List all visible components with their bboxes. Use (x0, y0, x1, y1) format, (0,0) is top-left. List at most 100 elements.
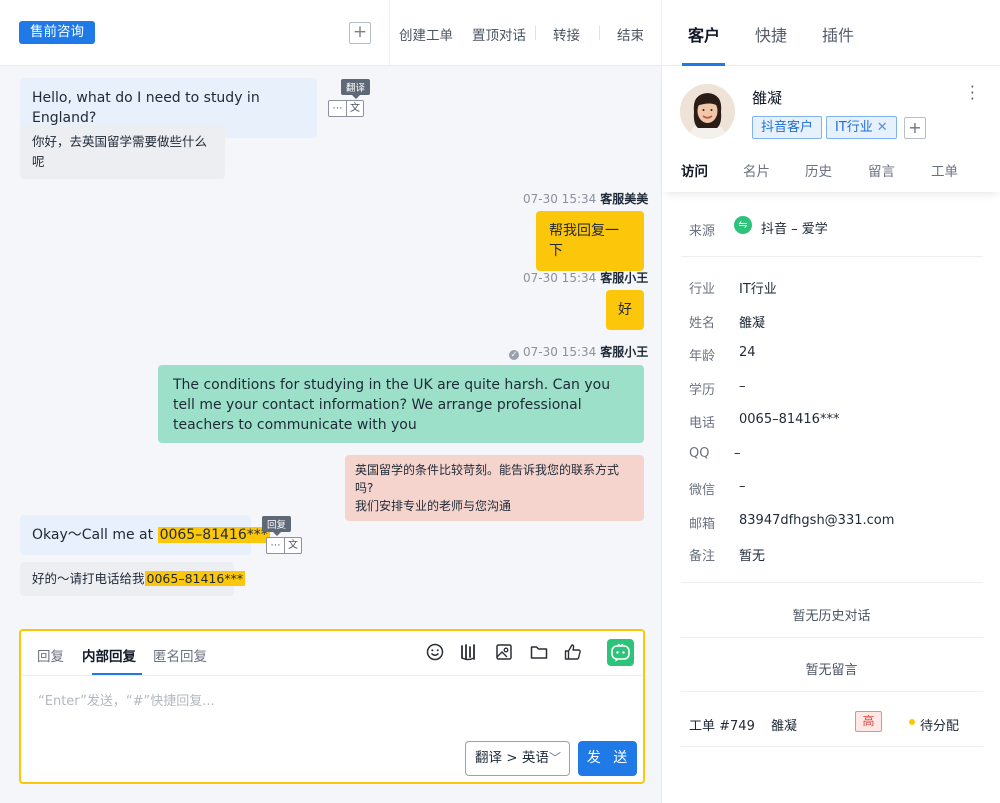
divider (389, 0, 390, 66)
agent-name: 客服美美 (600, 192, 649, 206)
message-time: 07-30 15:34 (523, 271, 597, 285)
field-label: 微信 (689, 483, 716, 498)
field-value: 83947dfhgsh@331.com (739, 513, 895, 528)
reply-icon[interactable]: ⋯ (329, 101, 346, 116)
reply-tooltip: 回复 (262, 516, 292, 536)
audio-wave-icon[interactable] (459, 642, 479, 662)
divider (661, 0, 662, 66)
phone-highlight[interactable]: 0065–81416*** (144, 571, 246, 586)
customer-tag[interactable]: 抖音客户 (752, 116, 823, 139)
message-input[interactable]: “Enter”发送，“#”快捷回复... (38, 690, 215, 709)
ticket-status: 待分配 (920, 719, 960, 734)
ai-assistant-icon[interactable] (607, 639, 634, 666)
ticket-id[interactable]: 工单 #749 (689, 715, 755, 734)
customer-message-translation: 好的～请打电话给我 0065–81416*** (20, 562, 246, 596)
field-value: – (734, 446, 741, 461)
internal-message-translation: 英国留学的条件比较苛刻。能告诉我您的联系方式吗? 我们安排专业的老师与您沟通 (345, 455, 644, 521)
field-label: 备注 (689, 549, 716, 564)
message-composer: 回复 内部回复 匿名回复 “Enter”发送，“#”快捷回复... 翻译 > 英… (19, 629, 645, 784)
folder-icon[interactable] (529, 642, 549, 662)
emoji-icon[interactable] (425, 642, 445, 662)
message-actions: ⋯ 文 (328, 100, 364, 117)
customer-message-translation: 你好，去英国留学需要做些什么呢 (20, 125, 225, 179)
tab-messages[interactable]: 留言 (868, 160, 895, 180)
field-value: 雒凝 (739, 316, 766, 331)
field-row: 电话 0065–81416*** (689, 412, 839, 431)
read-check-icon: ✓ (509, 350, 519, 360)
field-label: 年龄 (689, 349, 716, 364)
tab-history[interactable]: 历史 (805, 160, 832, 180)
customer-profile: 雒凝 · · · 抖音客户 IT行业 ✕ + 访问 名片 历史 留言 工单 (662, 66, 1000, 192)
translate-icon[interactable]: 文 (284, 538, 301, 553)
chevron-down-icon: ﹀ (548, 751, 561, 765)
internal-message: The conditions for studying in the UK ar… (158, 365, 644, 443)
field-value: – (739, 379, 746, 394)
more-options-icon[interactable]: · · · (970, 80, 975, 107)
field-row: 行业 IT行业 (689, 278, 777, 297)
transfer-button[interactable]: 转接 (553, 24, 580, 44)
message-meta: 07-30 15:34 客服小王 (523, 269, 648, 286)
message-time: 07-30 15:34 (523, 192, 597, 206)
send-button[interactable]: 发 送 (578, 741, 637, 776)
field-label: 学历 (689, 383, 716, 398)
field-row: 学历 – (689, 379, 746, 398)
add-tag-button[interactable]: + (904, 117, 926, 139)
tab-quick[interactable]: 快捷 (755, 22, 787, 46)
source-value: 抖音 – 爱学 (761, 222, 828, 237)
phone-highlight[interactable]: 0065–81416*** (157, 527, 270, 543)
field-value: 暂无 (739, 549, 766, 564)
status-dot (909, 719, 915, 725)
translate-tooltip: 翻译 (341, 79, 371, 99)
field-label: 行业 (689, 282, 716, 297)
ticket-customer: 雒凝 (771, 719, 798, 734)
field-label: 姓名 (689, 316, 716, 331)
close-icon[interactable]: ✕ (877, 120, 888, 135)
message-meta: 07-30 15:34 客服美美 (523, 190, 648, 207)
douyin-icon: ⇋ (734, 216, 752, 234)
add-session-button[interactable]: + (349, 22, 371, 44)
translate-icon[interactable]: 文 (346, 101, 363, 116)
top-bar: 售前咨询 + 创建工单 置顶对话 转接 结束 客户 快捷 插件 (0, 0, 1000, 66)
tab-visit[interactable]: 访问 (681, 160, 708, 180)
field-value: 0065–81416*** (739, 412, 840, 427)
divider (681, 582, 983, 583)
session-tag[interactable]: 售前咨询 (19, 21, 95, 44)
avatar (680, 84, 735, 139)
create-ticket-button[interactable]: 创建工单 (399, 24, 453, 44)
field-row: 备注 暂无 (689, 545, 765, 564)
tab-plugins[interactable]: 插件 (822, 22, 854, 46)
tab-reply[interactable]: 回复 (37, 645, 64, 665)
tab-tickets[interactable]: 工单 (931, 160, 958, 180)
message-text: Okay～Call me at (32, 527, 158, 543)
message-time: 07-30 15:34 (523, 345, 597, 359)
customer-message: Okay～Call me at 0065–81416*** (20, 515, 270, 555)
image-icon[interactable] (494, 642, 514, 662)
field-row: 邮箱 83947dfhgsh@331.com (689, 513, 894, 532)
field-value: IT行业 (739, 282, 777, 297)
field-value: 24 (739, 345, 756, 360)
translate-language-select[interactable]: 翻译 > 英语 ﹀ (465, 741, 570, 776)
thumbs-up-icon[interactable] (563, 642, 583, 662)
translate-label: 翻译 > 英语 (475, 750, 549, 766)
reply-icon[interactable]: ⋯ (267, 538, 284, 553)
tab-internal-reply[interactable]: 内部回复 (82, 645, 136, 665)
field-label: 电话 (689, 416, 716, 431)
agent-name: 客服小王 (600, 345, 649, 359)
tab-card[interactable]: 名片 (743, 160, 770, 180)
priority-badge: 高 (855, 711, 882, 732)
customer-tag[interactable]: IT行业 ✕ (826, 116, 897, 139)
translation-line: 我们安排专业的老师与您沟通 (355, 499, 512, 513)
field-value: – (739, 479, 746, 494)
tab-customer[interactable]: 客户 (688, 22, 720, 46)
field-label: 邮箱 (689, 517, 716, 532)
divider (599, 26, 600, 40)
translation-line: 英国留学的条件比较苛刻。能告诉我您的联系方式吗? (355, 463, 620, 495)
message-meta: ✓ 07-30 15:34 客服小王 (509, 343, 648, 360)
no-message-note: 暂无留言 (805, 663, 858, 678)
customer-tag-label: IT行业 (835, 120, 873, 135)
pin-chat-button[interactable]: 置顶对话 (472, 24, 526, 44)
end-chat-button[interactable]: 结束 (617, 24, 644, 44)
message-text: 好的～请打电话给我 (32, 571, 145, 586)
tab-anonymous-reply[interactable]: 匿名回复 (153, 645, 207, 665)
field-label: QQ (689, 446, 710, 461)
